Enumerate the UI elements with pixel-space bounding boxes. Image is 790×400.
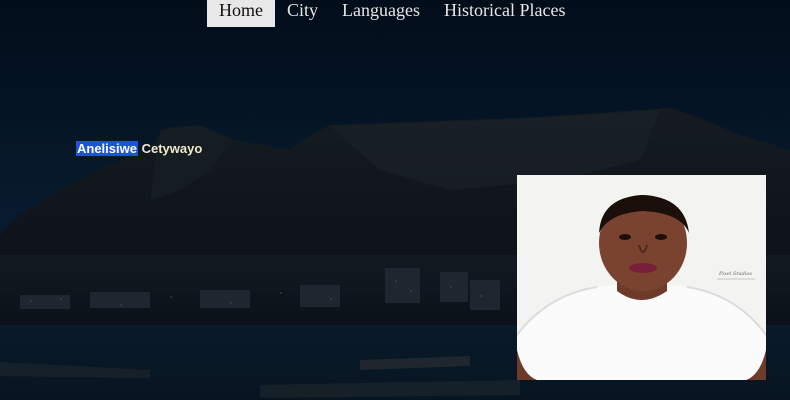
nav-city-link[interactable]: City bbox=[275, 0, 330, 27]
main-nav: Home City Languages Historical Places bbox=[207, 0, 577, 27]
profile-first-name: Anelisiwe bbox=[76, 141, 138, 156]
photo-watermark: Pixel Studios bbox=[718, 271, 752, 277]
profile-last-name: Cetywayo bbox=[141, 141, 203, 156]
nav-historical-places-link[interactable]: Historical Places bbox=[432, 0, 577, 27]
nav-languages-link[interactable]: Languages bbox=[330, 0, 432, 27]
profile-photo: Pixel Studios bbox=[517, 175, 766, 380]
nav-home-link[interactable]: Home bbox=[207, 0, 275, 27]
page: Home City Languages Historical Places An… bbox=[0, 0, 790, 400]
profile-name: Anelisiwe Cetywayo bbox=[76, 138, 202, 160]
